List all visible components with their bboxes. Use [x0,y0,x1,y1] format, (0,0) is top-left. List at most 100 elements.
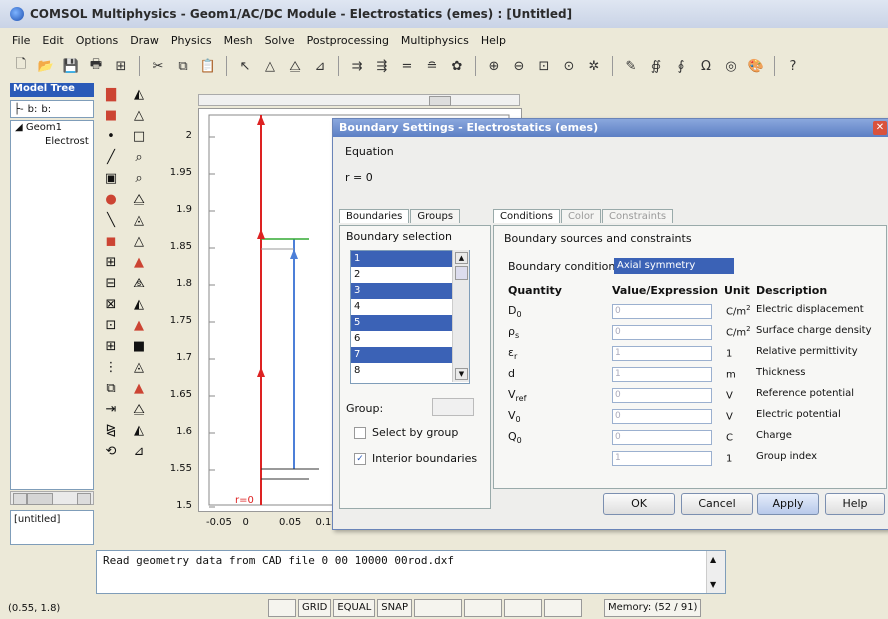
menu-file[interactable]: File [12,34,30,47]
triangle-lines-icon[interactable]: ⧋ [130,190,148,208]
close-icon[interactable]: ✕ [873,121,887,135]
paste-icon[interactable]: 📋 [197,55,219,77]
zoom-out-icon[interactable]: ⊖ [508,55,530,77]
apply-button[interactable]: Apply [757,493,819,515]
value-input[interactable]: 1 [612,346,712,361]
union-icon[interactable]: ⊞ [102,253,120,271]
triangle-filled-icon[interactable]: ▲ [130,316,148,334]
tab-groups[interactable]: Groups [410,209,461,223]
tree-node-geom1[interactable]: ◢ Geom1 [11,121,93,135]
menu-draw[interactable]: Draw [130,34,159,47]
scroll-thumb[interactable] [455,266,468,280]
scroll-thumb[interactable] [27,493,53,505]
array-icon[interactable]: ⋮ [102,358,120,376]
animation-icon[interactable]: ◎ [720,55,742,77]
scroll-right-arrow-icon[interactable] [77,493,91,505]
tab-color[interactable]: Color [560,209,602,223]
zoom-alt-icon[interactable]: ⌕ [130,169,148,187]
select-by-group-checkbox[interactable] [354,426,366,439]
grid-toggle[interactable]: GRID [298,599,332,617]
value-input[interactable]: 0 [612,388,712,403]
tab-constraints[interactable]: Constraints [602,209,674,223]
plot-parameters-icon[interactable]: ✎ [620,55,642,77]
value-input[interactable]: 0 [612,304,712,319]
triangle-small-icon[interactable]: ◭ [130,295,148,313]
menu-multiphysics[interactable]: Multiphysics [401,34,469,47]
copy-icon[interactable]: ⧉ [172,55,194,77]
triangle-outline-icon[interactable]: △ [130,232,148,250]
canvas-horizontal-scrollbar[interactable] [198,94,520,106]
interior-boundaries-row[interactable]: ✓ Interior boundaries [354,452,477,465]
help-icon[interactable]: ? [782,55,804,77]
scroll-thumb[interactable] [429,96,451,106]
difference-icon[interactable]: ⊠ [102,295,120,313]
boundary-settings-icon[interactable]: ⇶ [371,55,393,77]
cut-icon[interactable]: ✂ [147,55,169,77]
open-folder-icon[interactable]: 📂 [35,55,57,77]
menu-options[interactable]: Options [76,34,118,47]
cancel-button[interactable]: Cancel [681,493,753,515]
coerce-icon[interactable]: ⊡ [102,316,120,334]
equal-toggle[interactable]: EQUAL [333,599,376,617]
scroll-down-arrow-icon[interactable]: ▼ [455,368,468,380]
solve-icon[interactable]: ✲ [583,55,605,77]
value-input[interactable]: 0 [612,430,712,445]
line-draw-icon[interactable]: ╱ [102,148,120,166]
ellipse-draw-icon[interactable]: ◼ [102,232,120,250]
split-icon[interactable]: ⊞ [102,337,120,355]
menu-solve[interactable]: Solve [265,34,295,47]
scroll-down-arrow-icon[interactable]: ▼ [710,580,716,589]
select-by-group-row[interactable]: Select by group [354,426,458,439]
value-input[interactable]: 1 [612,451,712,466]
point-draw-icon[interactable]: • [102,127,120,145]
tree-expander-icon[interactable]: ◢ [15,122,23,133]
triangle-red2-icon[interactable]: ▲ [130,379,148,397]
rotate-icon[interactable]: ⟲ [102,442,120,460]
square-filled-icon[interactable]: ■ [130,337,148,355]
boundary-condition-select[interactable]: Axial symmetry [614,258,734,274]
new-file-icon[interactable]: 🗋 [10,55,32,77]
menu-edit[interactable]: Edit [42,34,63,47]
draw-mode-icon[interactable]: △ [259,55,281,77]
subdomain-settings-icon[interactable]: ⇉ [346,55,368,77]
subdomain-integration-icon[interactable]: ∯ [645,55,667,77]
palette-icon[interactable]: 🎨 [745,55,767,77]
triangle-refine-icon[interactable]: ◭ [130,421,148,439]
mesh-icon[interactable]: ✿ [446,55,468,77]
value-input[interactable]: 0 [612,409,712,424]
tab-boundaries[interactable]: Boundaries [339,209,410,223]
tree-view-button[interactable]: ├- [14,104,24,115]
tree-view-button[interactable]: b: [41,104,51,115]
select-pointer-icon[interactable]: ↖ [234,55,256,77]
zoom-window-icon[interactable]: ⊡ [533,55,555,77]
help-button[interactable]: Help [825,493,885,515]
triangle-icon[interactable]: △ [130,106,148,124]
triangle-select-icon[interactable]: ◭ [130,85,148,103]
triangle-dim-icon[interactable]: ⧌ [130,274,148,292]
scroll-up-arrow-icon[interactable]: ▲ [455,252,468,264]
snap-toggle[interactable]: SNAP [377,599,412,617]
group-select[interactable] [432,398,474,416]
point-mode-icon[interactable]: ⧋ [284,55,306,77]
triangle-arrow-icon[interactable]: ⊿ [130,442,148,460]
value-input[interactable]: 0 [612,325,712,340]
equation-icon[interactable]: = [396,55,418,77]
zoom-extents-icon[interactable]: ⊙ [558,55,580,77]
triangle-grid-icon[interactable]: ◬ [130,358,148,376]
rectangle-draw-icon[interactable]: ▇ [102,85,120,103]
triangle-mesh-icon[interactable]: ⧋ [130,400,148,418]
tree-horizontal-scrollbar[interactable] [10,491,94,505]
curve-draw-icon[interactable]: ╲ [102,211,120,229]
tree-node-electrostatics[interactable]: Electrost [11,135,93,149]
boundary-integration-icon[interactable]: ∮ [670,55,692,77]
ok-button[interactable]: OK [603,493,675,515]
square-draw-icon[interactable]: ■ [102,106,120,124]
equation-system-icon[interactable]: ≘ [421,55,443,77]
listbox-scrollbar[interactable]: ▲ ▼ [452,250,469,382]
menu-help[interactable]: Help [481,34,506,47]
mirror-icon[interactable]: ⧎ [102,421,120,439]
boundary-mode-icon[interactable]: ⊿ [309,55,331,77]
square-outline-icon[interactable]: □ [130,127,148,145]
model-navigator-icon[interactable]: ⊞ [110,55,132,77]
box-draw-icon[interactable]: ▣ [102,169,120,187]
